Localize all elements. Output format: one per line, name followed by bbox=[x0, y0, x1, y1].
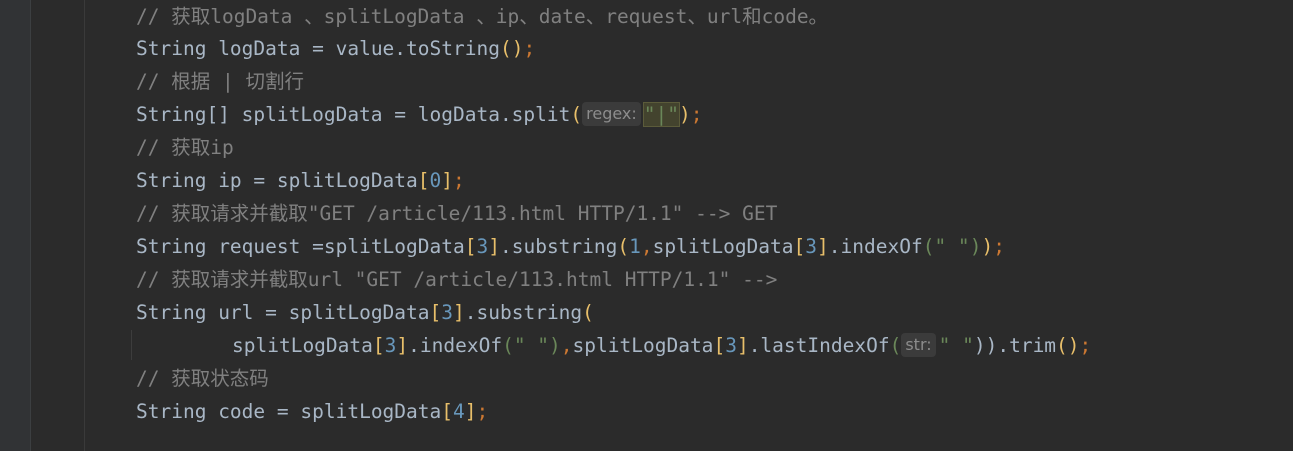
comment-text: // 获取ip bbox=[136, 136, 234, 159]
number-literal: 0 bbox=[429, 169, 442, 192]
bracket-open: [ bbox=[417, 169, 430, 192]
method-call: .substring bbox=[499, 235, 618, 258]
paren-close: ) bbox=[969, 235, 982, 258]
paren-open: ( bbox=[889, 334, 902, 357]
paren-close: )) bbox=[973, 334, 998, 357]
code-line-comment-3[interactable]: // 获取ip bbox=[136, 131, 234, 164]
parameter-hint-regex: regex: bbox=[582, 102, 641, 126]
method-call: .lastIndexOf bbox=[748, 334, 890, 357]
identifier: splitLogData bbox=[652, 235, 794, 258]
bracket-open: [ bbox=[372, 334, 385, 357]
identifier: splitLogData bbox=[572, 334, 714, 357]
paren-open: ( bbox=[570, 103, 583, 126]
bracket-close: ] bbox=[817, 235, 829, 258]
code-line-comment-2[interactable]: // 根据 | 切割行 bbox=[136, 65, 304, 98]
code-text: logData = value.toString bbox=[206, 37, 500, 60]
bracket-close: ] bbox=[736, 334, 749, 357]
indent-guide-line bbox=[131, 330, 132, 360]
comment-text: // 获取状态码 bbox=[136, 367, 269, 390]
comment-text: // 获取请求并截取url "GET /article/113.html HTT… bbox=[136, 268, 778, 291]
semicolon: ; bbox=[453, 169, 465, 192]
number-literal: 1 bbox=[629, 235, 641, 258]
type-keyword: String bbox=[136, 37, 207, 60]
string-literal: " " bbox=[934, 235, 970, 258]
method-call: .trim bbox=[997, 334, 1057, 357]
bracket-open: [ bbox=[464, 235, 477, 258]
code-line-comment-5[interactable]: // 获取请求并截取url "GET /article/113.html HTT… bbox=[136, 263, 777, 296]
code-text: code = splitLogData bbox=[206, 400, 442, 423]
paren-open: ( bbox=[582, 301, 594, 324]
paren-open: ( bbox=[499, 37, 512, 60]
bracket-close: ] bbox=[396, 334, 409, 357]
semicolon: ; bbox=[476, 400, 489, 423]
bracket-open: [ bbox=[441, 400, 454, 423]
comment-text: // 获取请求并截取"GET /article/113.html HTTP/1.… bbox=[136, 202, 778, 225]
code-line-request[interactable]: String request =splitLogData[3].substrin… bbox=[136, 230, 1005, 263]
semicolon: ; bbox=[690, 103, 703, 126]
bracket-close: ] bbox=[453, 301, 465, 324]
paren-close: ) bbox=[511, 37, 524, 60]
type-keyword: String bbox=[136, 400, 207, 423]
comment-text: // 根据 | 切割行 bbox=[136, 70, 304, 93]
editor-gutter[interactable] bbox=[0, 0, 31, 451]
string-literal[interactable]: "|" bbox=[642, 102, 681, 127]
semicolon: ; bbox=[993, 235, 1005, 258]
code-line-url-continued[interactable]: splitLogData[3].indexOf(" "),splitLogDat… bbox=[232, 329, 1091, 362]
bracket-close: ] bbox=[464, 400, 477, 423]
code-text: ip = splitLogData bbox=[206, 169, 418, 192]
code-text: splitLogData = logData.split bbox=[229, 103, 571, 126]
parameter-hint-str: str: bbox=[901, 333, 936, 357]
method-call: .indexOf bbox=[828, 235, 923, 258]
bracket-open: [ bbox=[793, 235, 806, 258]
code-line-comment-4[interactable]: // 获取请求并截取"GET /article/113.html HTTP/1.… bbox=[136, 197, 777, 230]
semicolon: ; bbox=[523, 37, 536, 60]
paren-open: ( bbox=[502, 334, 514, 357]
paren-open: ( bbox=[922, 235, 935, 258]
bracket-close: ] bbox=[488, 235, 500, 258]
number-literal: 3 bbox=[725, 334, 737, 357]
code-editor[interactable]: // 获取logData 、splitLogData 、ip、date、requ… bbox=[0, 0, 1293, 451]
method-call: .substring bbox=[464, 301, 583, 324]
paren-close: ) bbox=[981, 235, 994, 258]
paren-open: ( bbox=[617, 235, 630, 258]
bracket-open: [ bbox=[429, 301, 442, 324]
code-line-comment-6[interactable]: // 获取状态码 bbox=[136, 362, 269, 395]
paren-close: ) bbox=[549, 334, 561, 357]
code-text: url = splitLogData bbox=[206, 301, 430, 324]
comma: , bbox=[560, 334, 573, 357]
code-line-split[interactable]: String[] splitLogData = logData.split(re… bbox=[136, 98, 703, 131]
comment-text: // 获取logData 、splitLogData 、ip、date、requ… bbox=[136, 5, 829, 28]
string-literal: " " bbox=[938, 334, 974, 357]
number-literal: 4 bbox=[453, 400, 465, 423]
paren-close: ) bbox=[679, 103, 691, 126]
code-line-logdata[interactable]: String logData = value.toString(); bbox=[136, 32, 535, 65]
type-keyword: String bbox=[136, 235, 207, 258]
fold-guide-line bbox=[84, 0, 85, 451]
code-line-comment-1[interactable]: // 获取logData 、splitLogData 、ip、date、requ… bbox=[136, 0, 828, 33]
code-line-ip[interactable]: String ip = splitLogData[0]; bbox=[136, 164, 465, 197]
number-literal: 3 bbox=[384, 334, 397, 357]
bracket-close: ] bbox=[441, 169, 454, 192]
paren-pair: () bbox=[1056, 334, 1080, 357]
bracket-open: [ bbox=[713, 334, 726, 357]
type-keyword: String[] bbox=[136, 103, 230, 126]
number-literal: 3 bbox=[805, 235, 818, 258]
identifier: splitLogData bbox=[232, 334, 373, 357]
method-call: .indexOf bbox=[408, 334, 503, 357]
number-literal: 3 bbox=[476, 235, 489, 258]
comma: , bbox=[640, 235, 653, 258]
code-text: request =splitLogData bbox=[206, 235, 465, 258]
code-line-url[interactable]: String url = splitLogData[3].substring( bbox=[136, 296, 594, 329]
string-literal: " " bbox=[513, 334, 550, 357]
number-literal: 3 bbox=[441, 301, 454, 324]
code-line-code[interactable]: String code = splitLogData[4]; bbox=[136, 395, 488, 428]
type-keyword: String bbox=[136, 169, 207, 192]
semicolon: ; bbox=[1079, 334, 1092, 357]
type-keyword: String bbox=[136, 301, 207, 324]
